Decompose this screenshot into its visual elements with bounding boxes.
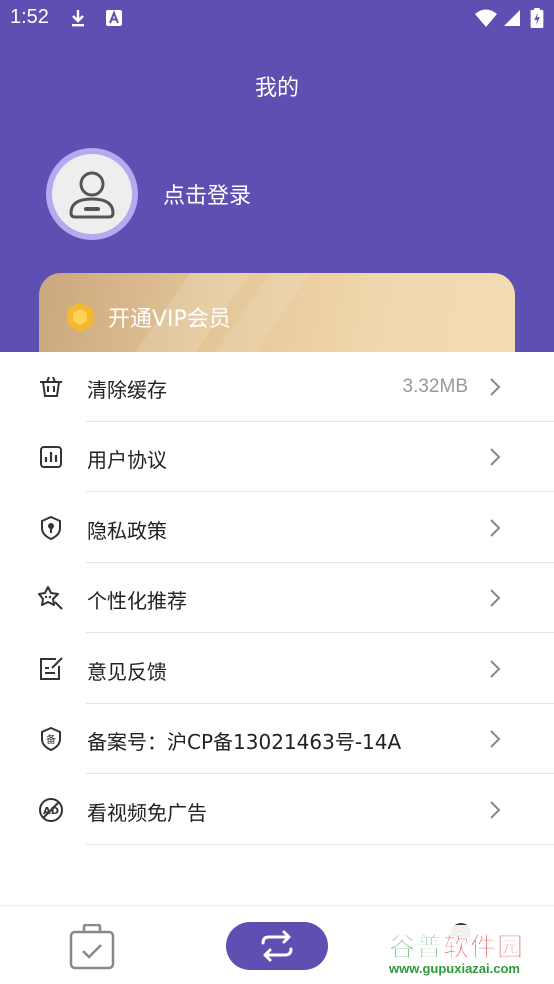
star-cursor-icon [38, 586, 63, 610]
login-link[interactable]: 点击登录 [163, 178, 251, 210]
menu-label: 清除缓存 [87, 378, 167, 402]
battery-icon [530, 8, 544, 28]
signal-icon [504, 10, 520, 26]
watermark-title-red: 软件园 [443, 933, 525, 964]
chart-doc-icon [40, 446, 62, 468]
chevron-right-icon [490, 801, 501, 819]
menu-label: 用户协议 [87, 448, 167, 472]
menu-item-user-agreement[interactable]: 用户协议 [0, 422, 554, 492]
menu-item-feedback[interactable]: 意见反馈 [0, 634, 554, 704]
record-badge-icon: 备 [41, 726, 61, 752]
menu-item-clear-cache[interactable]: 清除缓存 3.32MB [0, 352, 554, 422]
status-bar: 1:52 [0, 0, 554, 38]
menu-label: 备案号：沪CP备13021463号-14A [87, 730, 402, 754]
chevron-right-icon [490, 730, 501, 748]
download-icon [72, 10, 84, 27]
user-icon [69, 171, 115, 219]
font-app-icon [106, 10, 122, 26]
status-time: 1:52 [10, 6, 49, 28]
basket-icon [40, 376, 62, 397]
watermark: 谷普软件园 www.gupuxiazai.com [385, 925, 551, 981]
repeat-icon [261, 930, 293, 962]
menu-label: 意见反馈 [87, 660, 167, 684]
page-title: 我的 [254, 76, 299, 101]
chevron-right-icon [490, 519, 501, 537]
menu-item-record-number[interactable]: 备 备案号：沪CP备13021463号-14A [0, 704, 554, 774]
menu-item-watch-video-no-ads[interactable]: AD 看视频免广告 [0, 775, 554, 845]
vip-crown-icon [67, 302, 93, 332]
menu-item-personalized-recommendation[interactable]: 个性化推荐 [0, 563, 554, 633]
menu-label: 看视频免广告 [87, 801, 207, 825]
cache-size: 3.32MB [402, 376, 468, 397]
shield-lock-icon [41, 515, 61, 541]
chevron-right-icon [490, 660, 501, 678]
menu-label: 隐私政策 [87, 519, 167, 543]
vip-card[interactable]: 开通VIP会员 [39, 273, 515, 363]
chevron-right-icon [490, 378, 501, 396]
avatar[interactable] [46, 148, 138, 240]
menu-item-privacy-policy[interactable]: 隐私政策 [0, 493, 554, 563]
clipboard-check-icon[interactable] [68, 924, 116, 970]
chevron-right-icon [490, 589, 501, 607]
no-ad-icon: AD [39, 798, 63, 822]
watermark-url: www.gupuxiazai.com [389, 961, 520, 976]
edit-note-icon [40, 657, 63, 680]
svg-text:备: 备 [46, 733, 56, 746]
menu-label: 个性化推荐 [87, 589, 187, 613]
watermark-title-green: 谷普 [389, 933, 444, 964]
chevron-right-icon [490, 448, 501, 466]
wifi-icon [475, 9, 497, 27]
settings-menu: 清除缓存 3.32MB 用户协议 隐私政策 个性化推荐 意见反馈 备 备案号：沪… [0, 352, 554, 905]
nav-switch-button[interactable] [226, 922, 328, 970]
vip-label: 开通VIP会员 [108, 307, 231, 332]
profile-header: 1:52 我的 点击登录 开通VIP会员 [0, 0, 554, 363]
